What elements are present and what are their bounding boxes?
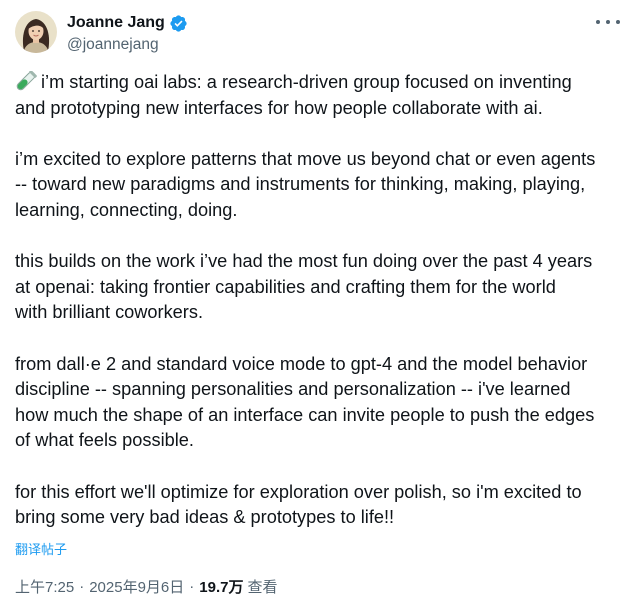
meta-separator: · <box>79 578 85 595</box>
views-count: 19.7万 <box>199 579 244 596</box>
text-line: learning, connecting, doing. <box>15 199 238 220</box>
timestamp-time[interactable]: 上午7:25 <box>15 576 74 597</box>
text-line: discipline -- spanning personalities and… <box>15 379 571 400</box>
tweet-meta: 上午7:25 · 2025年9月6日 · 19.7万 查看 <box>15 576 277 597</box>
paragraph-2: i’m excited to explore patterns that mov… <box>15 147 627 224</box>
text-line: and prototyping new interfaces for how p… <box>15 97 543 118</box>
text-line: with brilliant coworkers. <box>15 302 203 323</box>
test-tube-icon <box>15 70 37 91</box>
views-label[interactable]: 查看 <box>247 576 277 597</box>
text-line: bring some very bad ideas & prototypes t… <box>15 507 395 528</box>
translate-post-link[interactable]: 翻译帖子 <box>15 539 67 558</box>
paragraph-4: from dall·e 2 and standard voice mode to… <box>15 352 627 454</box>
text-line: i’m excited to explore patterns that mov… <box>15 148 596 169</box>
text-line: how much the shape of an interface can i… <box>15 404 595 425</box>
text-line: from dall·e 2 and standard voice mode to… <box>15 353 588 374</box>
paragraph-1: i’m starting oai labs: a research-driven… <box>15 70 627 121</box>
text-line: at openai: taking frontier capabilities … <box>15 276 556 297</box>
more-options-icon[interactable] <box>596 14 620 30</box>
handle[interactable]: @joannejang <box>67 36 188 54</box>
name-row: Joanne Jang <box>67 12 188 34</box>
avatar[interactable] <box>15 11 57 53</box>
text-line: of what feels possible. <box>15 430 194 451</box>
avatar-illustration <box>15 11 57 53</box>
display-name[interactable]: Joanne Jang <box>67 14 165 32</box>
paragraph-3: this builds on the work i’ve had the mos… <box>15 249 627 326</box>
text-line: -- toward new paradigms and instruments … <box>15 174 586 195</box>
tweet: Joanne Jang @joannejang i’m starting oai… <box>0 0 640 605</box>
verified-badge-icon[interactable] <box>169 14 188 33</box>
text-line: i’m starting oai labs: a research-driven… <box>41 72 572 92</box>
text-line: for this effort we'll optimize for explo… <box>15 481 582 502</box>
meta-separator: · <box>189 578 195 595</box>
author-block: Joanne Jang @joannejang <box>67 12 188 54</box>
paragraph-5: for this effort we'll optimize for explo… <box>15 480 627 531</box>
timestamp-date[interactable]: 2025年9月6日 <box>89 576 184 597</box>
tweet-text: i’m starting oai labs: a research-driven… <box>15 70 627 531</box>
text-line: this builds on the work i’ve had the mos… <box>15 251 593 272</box>
